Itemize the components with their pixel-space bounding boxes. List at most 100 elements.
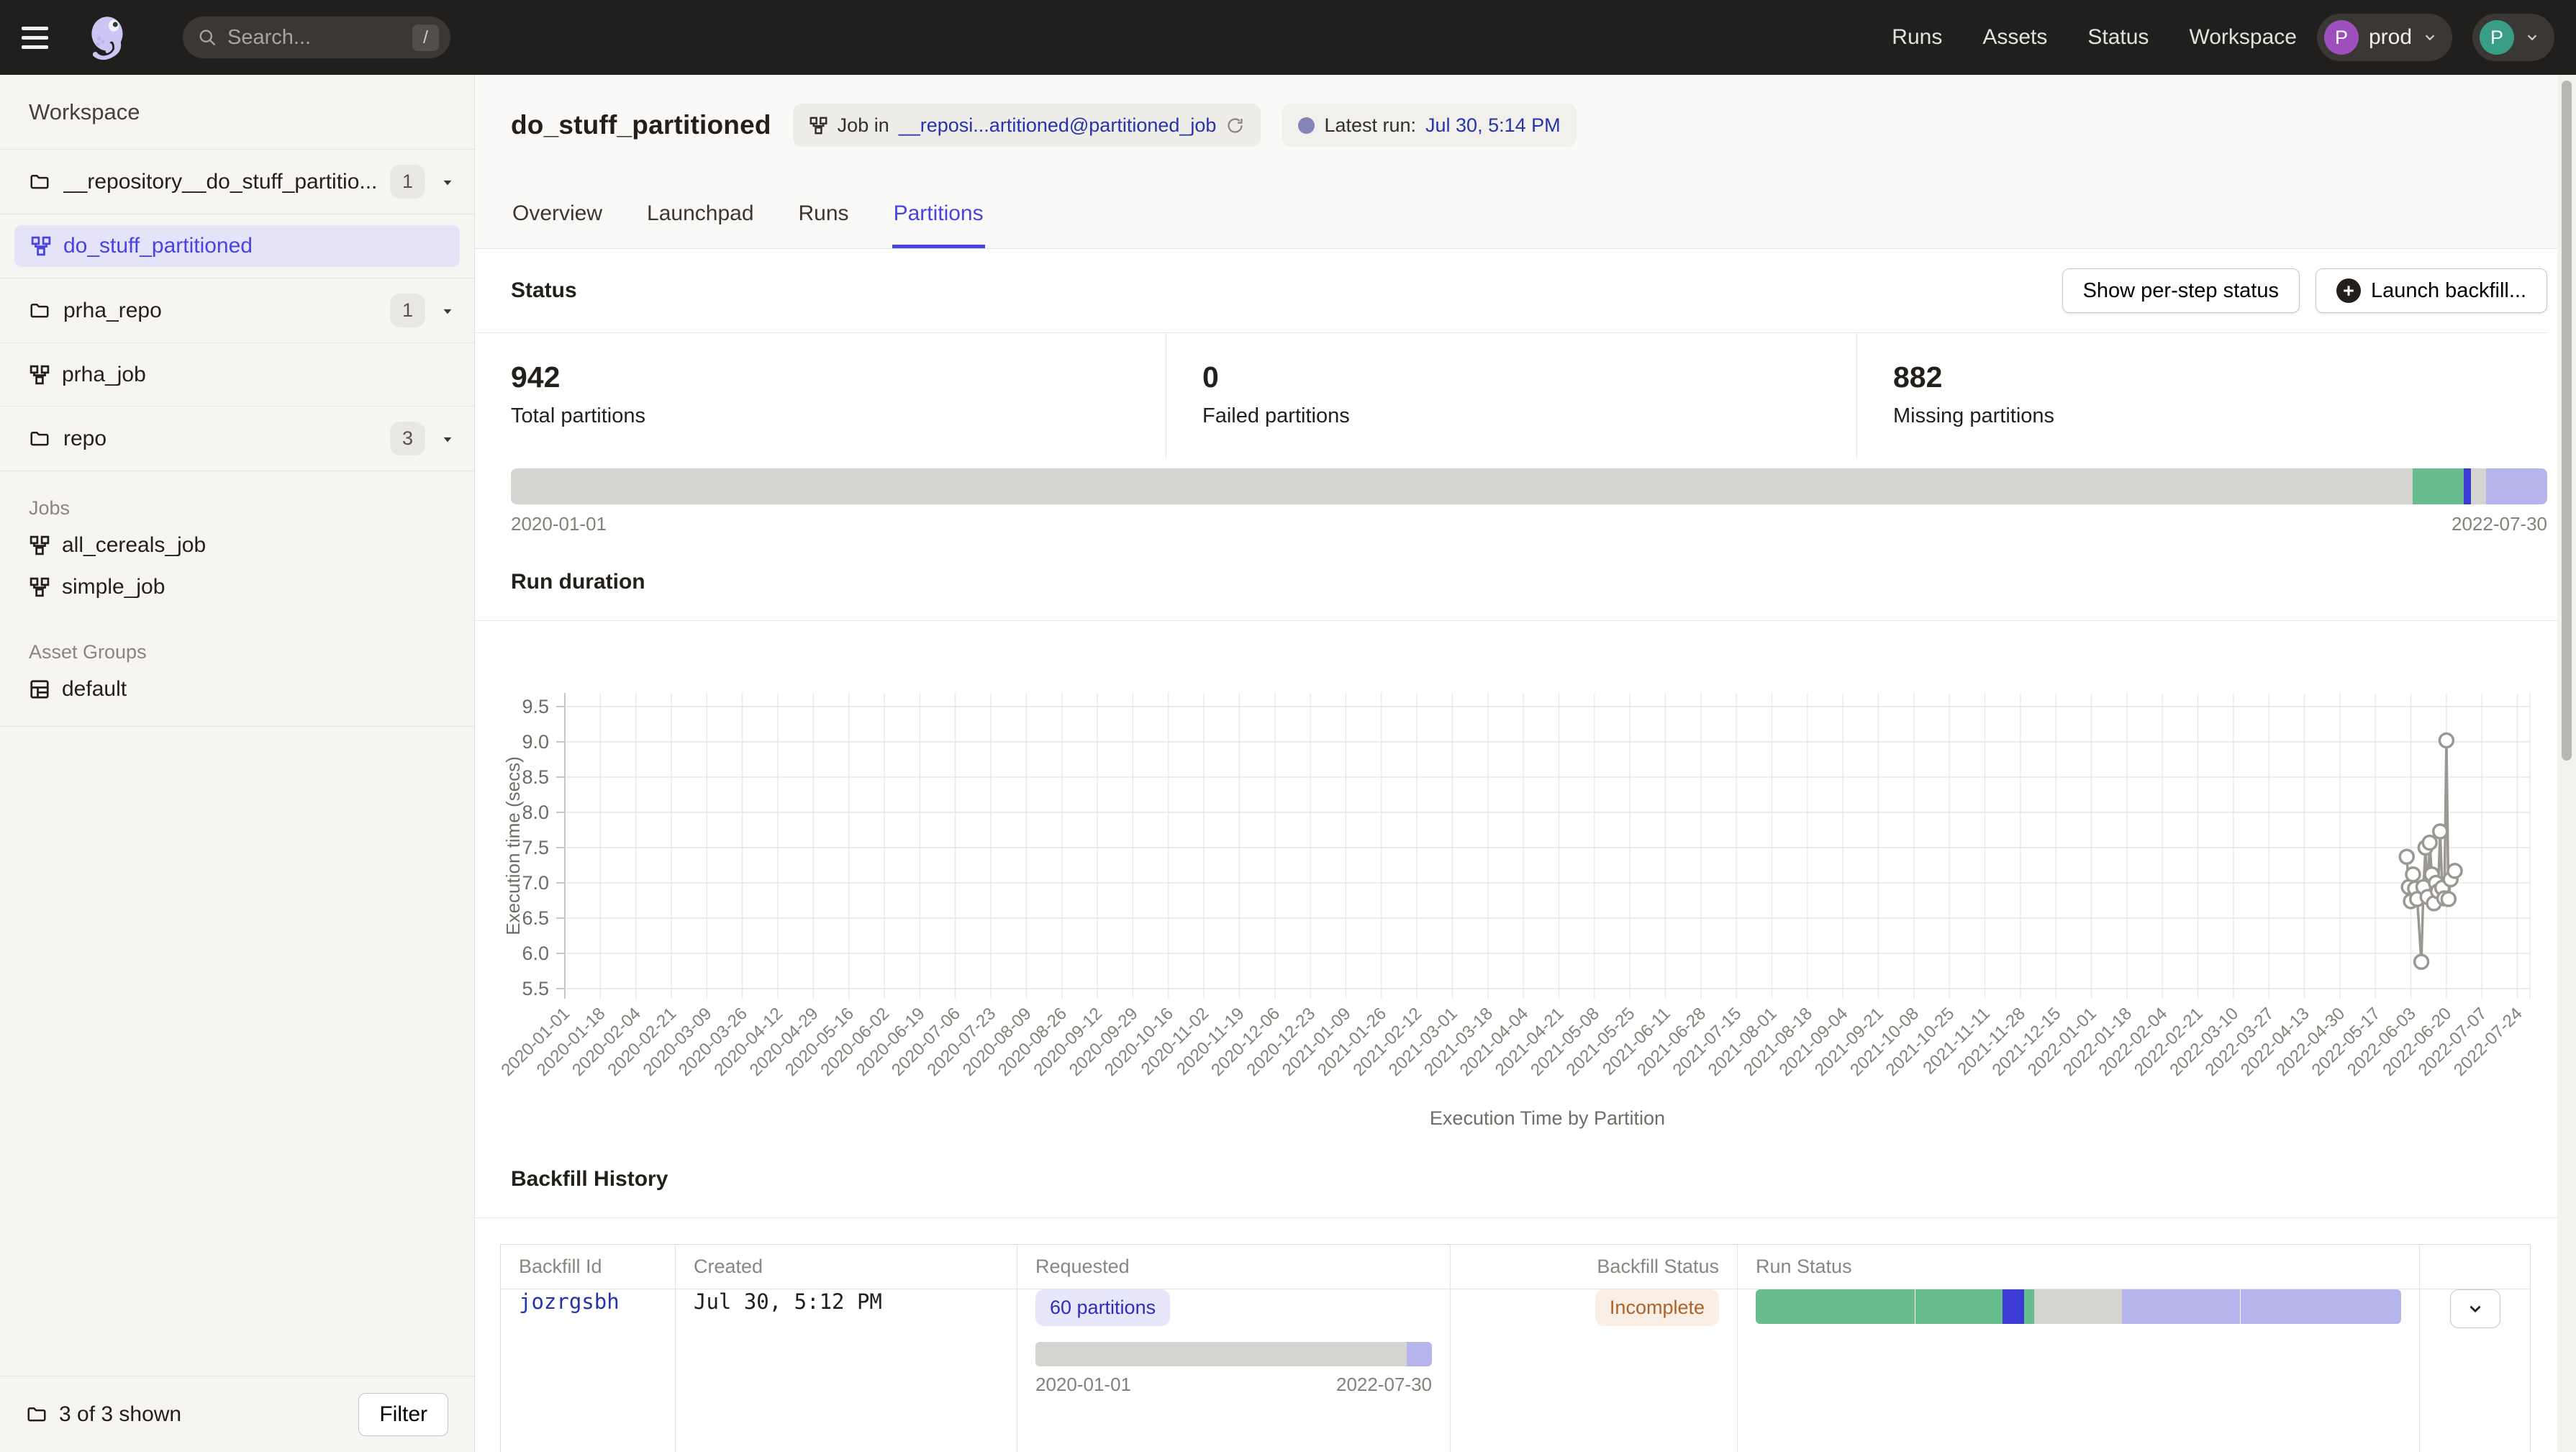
- collapse-caret-icon[interactable]: [438, 173, 457, 191]
- job-icon: [809, 116, 828, 135]
- nav-status[interactable]: Status: [2087, 25, 2149, 50]
- job-in-prefix: Job in: [838, 114, 889, 137]
- folder-icon: [29, 300, 50, 322]
- selected-job-label: do_stuff_partitioned: [63, 234, 253, 258]
- expand-row-button[interactable]: [2450, 1289, 2500, 1328]
- job-location-badge: Job in __reposi...artitioned@partitioned…: [793, 104, 1261, 147]
- show-per-step-status-button[interactable]: Show per-step status: [2062, 268, 2300, 313]
- latest-run-label: Latest run:: [1324, 114, 1416, 137]
- search-shortcut-key: /: [412, 24, 439, 51]
- main-content: do_stuff_partitioned Job in __reposi...a…: [475, 75, 2576, 1452]
- svg-text:5.5: 5.5: [522, 978, 549, 999]
- repo-count-badge: 1: [390, 165, 425, 199]
- svg-text:9.5: 9.5: [522, 696, 549, 717]
- requested-range-bar: [1035, 1342, 1432, 1366]
- folder-icon: [29, 171, 50, 193]
- user-avatar: P: [2480, 20, 2514, 55]
- chevron-down-icon: [2524, 30, 2540, 45]
- folder-icon: [29, 428, 50, 450]
- col-requested: Requested: [1017, 1245, 1451, 1289]
- sidebar-item-prha-job[interactable]: prha_job: [0, 343, 474, 407]
- tab-runs[interactable]: Runs: [797, 189, 851, 248]
- sidebar-repo-repository-do-stuff[interactable]: __repository__do_stuff_partitio... 1: [0, 150, 474, 214]
- stat-label: Failed partitions: [1202, 404, 1856, 428]
- status-heading: Status: [511, 278, 577, 303]
- chevron-down-icon: [2466, 1299, 2485, 1318]
- col-backfill-status: Backfill Status: [1451, 1245, 1738, 1289]
- nav-workspace[interactable]: Workspace: [2189, 25, 2297, 50]
- table-row: jozrgsbh Jul 30, 5:12 PM 60 partitions 2…: [501, 1289, 2531, 1452]
- latest-run-link[interactable]: Jul 30, 5:14 PM: [1425, 114, 1561, 137]
- created-timestamp: Jul 30, 5:12 PM: [694, 1289, 882, 1314]
- folder-icon: [26, 1404, 47, 1425]
- collapse-caret-icon[interactable]: [438, 301, 457, 320]
- svg-text:Execution Time by Partition: Execution Time by Partition: [1430, 1107, 1665, 1129]
- repo-count-badge: 1: [390, 294, 425, 327]
- job-icon: [30, 235, 52, 257]
- dagster-logo[interactable]: [82, 11, 135, 64]
- repo-count-badge: 3: [390, 422, 425, 455]
- nav-runs[interactable]: Runs: [1892, 25, 1942, 50]
- backfill-status-badge: Incomplete: [1595, 1289, 1719, 1326]
- nav-assets[interactable]: Assets: [1982, 25, 2047, 50]
- top-navbar: Search... / Runs Assets Status Workspace…: [0, 0, 2576, 75]
- scrollbar-thumb[interactable]: [2562, 81, 2572, 761]
- sidebar-item-default-asset-group[interactable]: default: [0, 668, 474, 710]
- backfill-id-link[interactable]: jozrgsbh: [519, 1289, 620, 1314]
- backfill-table: Backfill Id Created Requested Backfill S…: [500, 1244, 2531, 1452]
- tab-bar: Overview Launchpad Runs Partitions: [511, 189, 985, 248]
- jobs-section-label: Jobs: [0, 491, 474, 525]
- run-duration-heading: Run duration: [475, 570, 2576, 620]
- tab-partitions[interactable]: Partitions: [892, 189, 985, 248]
- sidebar-item-simple-job[interactable]: simple_job: [0, 566, 474, 608]
- requested-partitions-badge[interactable]: 60 partitions: [1035, 1289, 1170, 1326]
- svg-text:7.5: 7.5: [522, 837, 549, 858]
- sidebar-repo-prha-repo[interactable]: prha_repo 1: [0, 278, 474, 343]
- deployment-avatar: P: [2324, 20, 2359, 55]
- user-menu[interactable]: P: [2472, 14, 2554, 61]
- sidebar-item-do-stuff-partitioned[interactable]: do_stuff_partitioned: [14, 225, 460, 267]
- sidebar-footer: 3 of 3 shown Filter: [0, 1376, 474, 1452]
- tab-launchpad[interactable]: Launchpad: [645, 189, 755, 248]
- page-header: do_stuff_partitioned Job in __reposi...a…: [475, 75, 2576, 249]
- stat-value: 942: [511, 360, 1166, 394]
- menu-icon[interactable]: [22, 17, 62, 58]
- plus-circle-icon: [2336, 278, 2361, 303]
- repo-name: repo: [63, 427, 377, 451]
- search-placeholder: Search...: [227, 26, 402, 50]
- sidebar-heading: Workspace: [0, 75, 474, 150]
- search-input[interactable]: Search... /: [183, 17, 450, 58]
- col-actions: [2420, 1245, 2531, 1289]
- col-created: Created: [676, 1245, 1017, 1289]
- svg-text:9.0: 9.0: [522, 731, 549, 753]
- partition-bar-range: 2020-01-01 2022-07-30: [511, 513, 2547, 535]
- partition-range-start: 2020-01-01: [511, 513, 607, 535]
- workspace-sidebar: Workspace __repository__do_stuff_partiti…: [0, 75, 475, 1452]
- job-icon: [29, 535, 50, 556]
- run-status-bar[interactable]: [1756, 1289, 2401, 1324]
- sidebar-repo-repo[interactable]: repo 3: [0, 407, 474, 471]
- job-location-link[interactable]: __reposi...artitioned@partitioned_job: [899, 114, 1217, 137]
- svg-text:7.0: 7.0: [522, 872, 549, 894]
- reload-icon[interactable]: [1225, 116, 1245, 135]
- deployment-switcher[interactable]: P prod: [2317, 14, 2452, 61]
- deployment-label: prod: [2369, 25, 2412, 50]
- job-icon: [29, 576, 50, 598]
- job-label: all_cereals_job: [62, 533, 206, 558]
- partition-status-bar[interactable]: [511, 468, 2547, 504]
- filter-button[interactable]: Filter: [358, 1393, 448, 1436]
- repo-name: prha_repo: [63, 299, 377, 323]
- stat-total-partitions: 942 Total partitions: [475, 333, 1166, 458]
- job-icon: [29, 364, 50, 386]
- tab-overview[interactable]: Overview: [511, 189, 604, 248]
- col-backfill-id: Backfill Id: [501, 1245, 676, 1289]
- collapse-caret-icon[interactable]: [438, 430, 457, 448]
- page-scrollbar[interactable]: [2557, 75, 2576, 1452]
- svg-text:Execution time (secs): Execution time (secs): [502, 756, 524, 935]
- job-label: simple_job: [62, 575, 165, 599]
- run-duration-chart-section: 2020-01-012020-01-182020-02-042020-02-21…: [475, 620, 2576, 1157]
- repo-contents: Jobs all_cereals_job simple_job Asset Gr…: [0, 471, 474, 727]
- sidebar-item-all-cereals-job[interactable]: all_cereals_job: [0, 525, 474, 566]
- stat-failed-partitions: 0 Failed partitions: [1166, 333, 1856, 458]
- launch-backfill-button[interactable]: Launch backfill...: [2316, 268, 2547, 313]
